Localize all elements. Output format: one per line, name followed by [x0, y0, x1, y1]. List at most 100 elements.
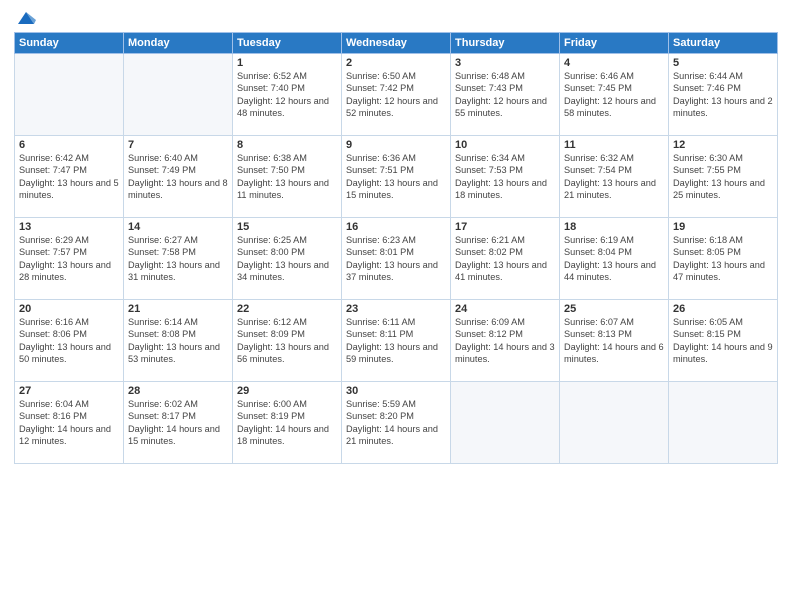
day-number: 18 — [564, 221, 664, 233]
day-number: 7 — [128, 139, 228, 151]
day-number: 29 — [237, 385, 337, 397]
day-number: 22 — [237, 303, 337, 315]
calendar-cell: 8Sunrise: 6:38 AMSunset: 7:50 PMDaylight… — [233, 136, 342, 218]
calendar-cell: 13Sunrise: 6:29 AMSunset: 7:57 PMDayligh… — [15, 218, 124, 300]
day-info: Sunrise: 6:00 AMSunset: 8:19 PMDaylight:… — [237, 398, 337, 448]
day-info: Sunrise: 6:52 AMSunset: 7:40 PMDaylight:… — [237, 70, 337, 120]
calendar-week-row: 1Sunrise: 6:52 AMSunset: 7:40 PMDaylight… — [15, 54, 778, 136]
calendar-cell: 17Sunrise: 6:21 AMSunset: 8:02 PMDayligh… — [451, 218, 560, 300]
calendar-week-row: 6Sunrise: 6:42 AMSunset: 7:47 PMDaylight… — [15, 136, 778, 218]
day-info: Sunrise: 6:09 AMSunset: 8:12 PMDaylight:… — [455, 316, 555, 366]
day-number: 16 — [346, 221, 446, 233]
calendar-cell: 19Sunrise: 6:18 AMSunset: 8:05 PMDayligh… — [669, 218, 778, 300]
calendar-cell: 14Sunrise: 6:27 AMSunset: 7:58 PMDayligh… — [124, 218, 233, 300]
calendar-week-row: 27Sunrise: 6:04 AMSunset: 8:16 PMDayligh… — [15, 382, 778, 464]
day-number: 5 — [673, 57, 773, 69]
calendar-cell: 25Sunrise: 6:07 AMSunset: 8:13 PMDayligh… — [560, 300, 669, 382]
day-info: Sunrise: 6:36 AMSunset: 7:51 PMDaylight:… — [346, 152, 446, 202]
day-number: 13 — [19, 221, 119, 233]
calendar-cell: 20Sunrise: 6:16 AMSunset: 8:06 PMDayligh… — [15, 300, 124, 382]
calendar-week-row: 20Sunrise: 6:16 AMSunset: 8:06 PMDayligh… — [15, 300, 778, 382]
day-number: 11 — [564, 139, 664, 151]
day-info: Sunrise: 6:12 AMSunset: 8:09 PMDaylight:… — [237, 316, 337, 366]
day-number: 15 — [237, 221, 337, 233]
day-number: 3 — [455, 57, 555, 69]
logo-icon — [16, 10, 36, 26]
calendar-week-row: 13Sunrise: 6:29 AMSunset: 7:57 PMDayligh… — [15, 218, 778, 300]
day-info: Sunrise: 6:38 AMSunset: 7:50 PMDaylight:… — [237, 152, 337, 202]
calendar-cell — [451, 382, 560, 464]
calendar-cell: 15Sunrise: 6:25 AMSunset: 8:00 PMDayligh… — [233, 218, 342, 300]
page: SundayMondayTuesdayWednesdayThursdayFrid… — [0, 0, 792, 612]
day-info: Sunrise: 6:21 AMSunset: 8:02 PMDaylight:… — [455, 234, 555, 284]
weekday-header-monday: Monday — [124, 33, 233, 54]
weekday-header-wednesday: Wednesday — [342, 33, 451, 54]
day-number: 6 — [19, 139, 119, 151]
day-number: 9 — [346, 139, 446, 151]
calendar-cell — [669, 382, 778, 464]
calendar-cell: 18Sunrise: 6:19 AMSunset: 8:04 PMDayligh… — [560, 218, 669, 300]
weekday-header-sunday: Sunday — [15, 33, 124, 54]
day-number: 1 — [237, 57, 337, 69]
weekday-header-thursday: Thursday — [451, 33, 560, 54]
calendar-cell: 28Sunrise: 6:02 AMSunset: 8:17 PMDayligh… — [124, 382, 233, 464]
weekday-header-friday: Friday — [560, 33, 669, 54]
calendar-cell: 6Sunrise: 6:42 AMSunset: 7:47 PMDaylight… — [15, 136, 124, 218]
calendar-cell: 3Sunrise: 6:48 AMSunset: 7:43 PMDaylight… — [451, 54, 560, 136]
calendar-cell: 23Sunrise: 6:11 AMSunset: 8:11 PMDayligh… — [342, 300, 451, 382]
day-info: Sunrise: 6:44 AMSunset: 7:46 PMDaylight:… — [673, 70, 773, 120]
day-number: 20 — [19, 303, 119, 315]
calendar-cell: 4Sunrise: 6:46 AMSunset: 7:45 PMDaylight… — [560, 54, 669, 136]
day-number: 30 — [346, 385, 446, 397]
day-info: Sunrise: 6:30 AMSunset: 7:55 PMDaylight:… — [673, 152, 773, 202]
day-info: Sunrise: 6:14 AMSunset: 8:08 PMDaylight:… — [128, 316, 228, 366]
calendar-cell: 1Sunrise: 6:52 AMSunset: 7:40 PMDaylight… — [233, 54, 342, 136]
calendar-cell — [560, 382, 669, 464]
day-info: Sunrise: 6:25 AMSunset: 8:00 PMDaylight:… — [237, 234, 337, 284]
calendar-cell: 24Sunrise: 6:09 AMSunset: 8:12 PMDayligh… — [451, 300, 560, 382]
calendar-cell — [15, 54, 124, 136]
weekday-header-saturday: Saturday — [669, 33, 778, 54]
calendar-cell — [124, 54, 233, 136]
calendar-cell: 21Sunrise: 6:14 AMSunset: 8:08 PMDayligh… — [124, 300, 233, 382]
day-number: 23 — [346, 303, 446, 315]
day-number: 19 — [673, 221, 773, 233]
calendar-cell: 10Sunrise: 6:34 AMSunset: 7:53 PMDayligh… — [451, 136, 560, 218]
day-info: Sunrise: 6:07 AMSunset: 8:13 PMDaylight:… — [564, 316, 664, 366]
logo — [14, 10, 36, 26]
calendar-cell: 9Sunrise: 6:36 AMSunset: 7:51 PMDaylight… — [342, 136, 451, 218]
calendar-cell: 30Sunrise: 5:59 AMSunset: 8:20 PMDayligh… — [342, 382, 451, 464]
day-number: 14 — [128, 221, 228, 233]
calendar-cell: 22Sunrise: 6:12 AMSunset: 8:09 PMDayligh… — [233, 300, 342, 382]
calendar-cell: 5Sunrise: 6:44 AMSunset: 7:46 PMDaylight… — [669, 54, 778, 136]
calendar-cell: 29Sunrise: 6:00 AMSunset: 8:19 PMDayligh… — [233, 382, 342, 464]
calendar-cell: 2Sunrise: 6:50 AMSunset: 7:42 PMDaylight… — [342, 54, 451, 136]
day-info: Sunrise: 6:29 AMSunset: 7:57 PMDaylight:… — [19, 234, 119, 284]
day-info: Sunrise: 6:50 AMSunset: 7:42 PMDaylight:… — [346, 70, 446, 120]
calendar-cell: 16Sunrise: 6:23 AMSunset: 8:01 PMDayligh… — [342, 218, 451, 300]
header — [14, 10, 778, 26]
day-number: 12 — [673, 139, 773, 151]
day-info: Sunrise: 6:48 AMSunset: 7:43 PMDaylight:… — [455, 70, 555, 120]
day-info: Sunrise: 6:04 AMSunset: 8:16 PMDaylight:… — [19, 398, 119, 448]
day-info: Sunrise: 6:34 AMSunset: 7:53 PMDaylight:… — [455, 152, 555, 202]
calendar-table: SundayMondayTuesdayWednesdayThursdayFrid… — [14, 32, 778, 464]
calendar-cell: 27Sunrise: 6:04 AMSunset: 8:16 PMDayligh… — [15, 382, 124, 464]
day-number: 17 — [455, 221, 555, 233]
day-info: Sunrise: 6:27 AMSunset: 7:58 PMDaylight:… — [128, 234, 228, 284]
day-number: 8 — [237, 139, 337, 151]
day-info: Sunrise: 6:32 AMSunset: 7:54 PMDaylight:… — [564, 152, 664, 202]
day-number: 10 — [455, 139, 555, 151]
day-info: Sunrise: 6:02 AMSunset: 8:17 PMDaylight:… — [128, 398, 228, 448]
calendar-header-row: SundayMondayTuesdayWednesdayThursdayFrid… — [15, 33, 778, 54]
day-number: 28 — [128, 385, 228, 397]
day-number: 4 — [564, 57, 664, 69]
day-number: 25 — [564, 303, 664, 315]
day-info: Sunrise: 6:42 AMSunset: 7:47 PMDaylight:… — [19, 152, 119, 202]
day-number: 24 — [455, 303, 555, 315]
day-info: Sunrise: 6:11 AMSunset: 8:11 PMDaylight:… — [346, 316, 446, 366]
calendar-cell: 11Sunrise: 6:32 AMSunset: 7:54 PMDayligh… — [560, 136, 669, 218]
day-number: 27 — [19, 385, 119, 397]
day-info: Sunrise: 6:05 AMSunset: 8:15 PMDaylight:… — [673, 316, 773, 366]
day-number: 21 — [128, 303, 228, 315]
